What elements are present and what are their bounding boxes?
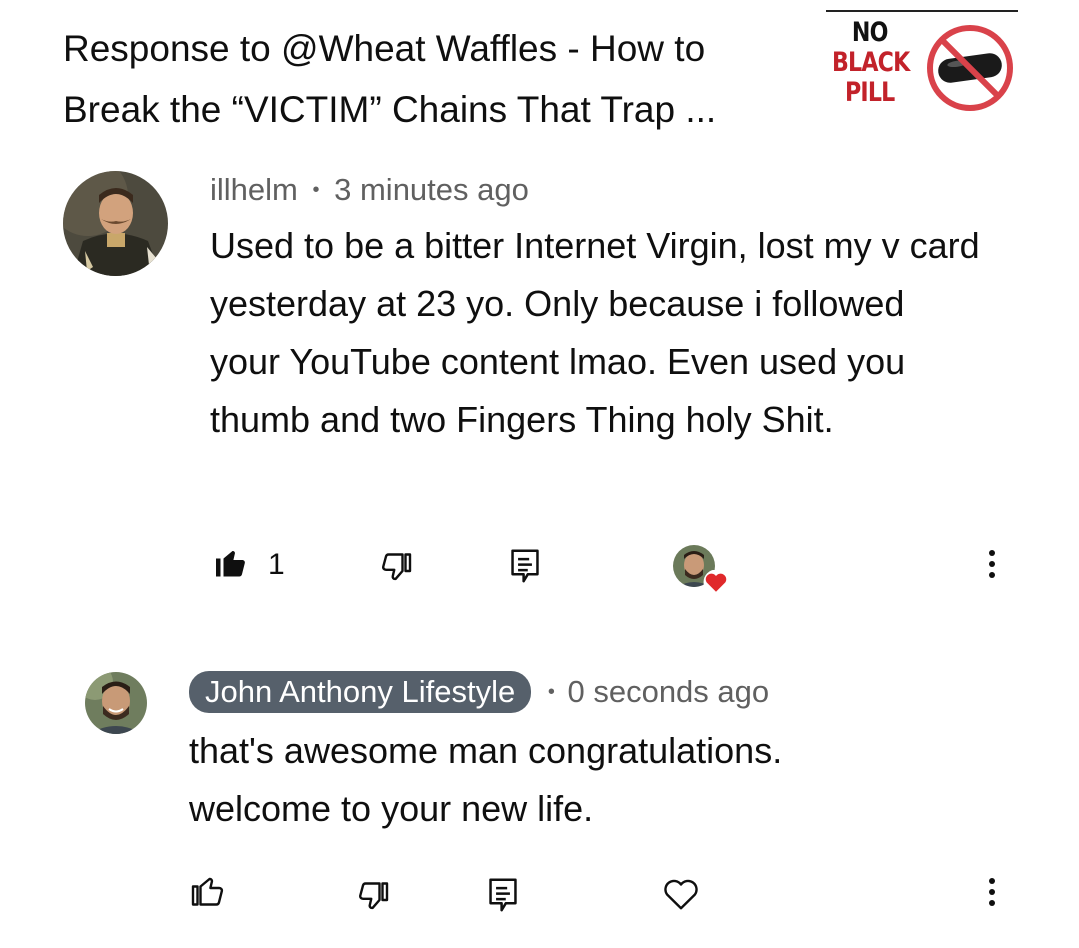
- heart-icon: [703, 570, 729, 594]
- reply-button[interactable]: [508, 548, 542, 584]
- thumbnail-text-line-2: BLACK: [832, 47, 910, 78]
- heart-button[interactable]: [662, 876, 700, 912]
- avatar[interactable]: [85, 672, 147, 734]
- meta-separator: •: [312, 179, 320, 201]
- like-count: 1: [268, 548, 285, 581]
- comment-meta: illhelm • 3 minutes ago: [210, 172, 529, 208]
- comment-author[interactable]: illhelm: [210, 172, 298, 207]
- dislike-button[interactable]: [357, 879, 393, 915]
- thumbnail-caption: NO BLACK PILL: [832, 17, 910, 108]
- no-pill-icon: [927, 25, 1013, 111]
- like-button[interactable]: [190, 873, 226, 909]
- more-vertical-icon[interactable]: [989, 878, 997, 911]
- portrait-avatar-image: [63, 171, 168, 276]
- thumbnail-text-line-3: PILL: [845, 77, 895, 108]
- video-thumbnail[interactable]: NO BLACK PILL: [826, 10, 1018, 122]
- thumbnail-text-line-1: NO: [851, 17, 889, 48]
- comment-text: Used to be a bitter Internet Virgin, los…: [210, 225, 980, 440]
- comment-timestamp[interactable]: 0 seconds ago: [567, 674, 769, 709]
- creator-avatar-image: [85, 672, 147, 734]
- comment-text: that's awesome man congratulations. welc…: [189, 730, 783, 829]
- reply-button[interactable]: [486, 877, 520, 913]
- avatar[interactable]: [63, 171, 168, 276]
- video-title[interactable]: Response to @Wheat Waffles - How to Brea…: [63, 18, 783, 140]
- creator-author-badge[interactable]: John Anthony Lifestyle: [189, 671, 532, 713]
- comment-meta: John Anthony Lifestyle • 0 seconds ago: [189, 671, 769, 713]
- more-vertical-icon[interactable]: [989, 550, 997, 583]
- dislike-button[interactable]: [380, 550, 416, 586]
- meta-separator: •: [547, 681, 555, 703]
- comment-timestamp[interactable]: 3 minutes ago: [334, 172, 529, 207]
- like-button-filled[interactable]: [213, 545, 249, 581]
